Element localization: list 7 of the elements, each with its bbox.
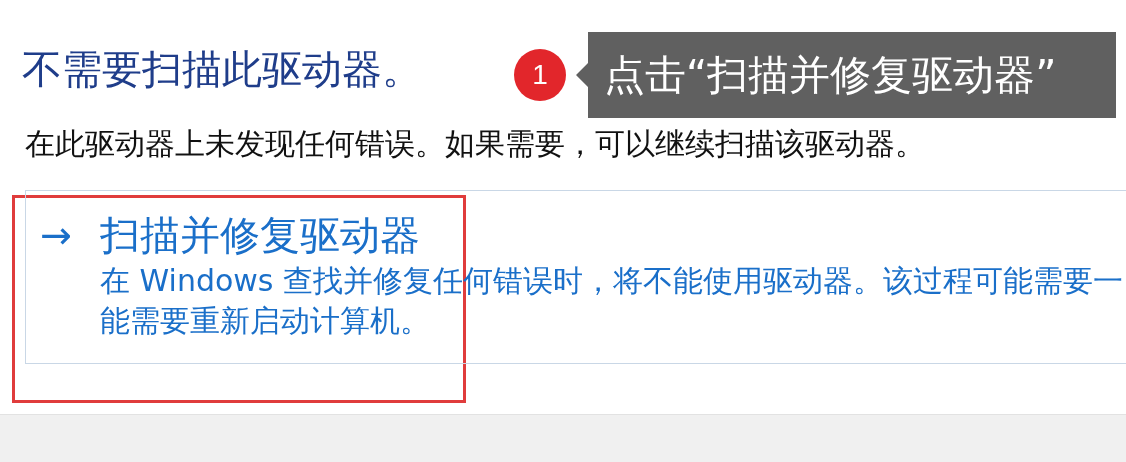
arrow-icon: →: [40, 207, 100, 263]
heading: 不需要扫描此驱动器。: [22, 45, 422, 94]
callout-text: 点击“扫描并修复驱动器”: [604, 49, 1057, 101]
step-number-badge: 1: [514, 49, 566, 101]
status-message: 在此驱动器上未发现任何错误。如果需要，可以继续扫描该驱动器。: [25, 125, 925, 163]
option-description: 能需要重新启动计算机。: [100, 302, 431, 340]
option-title: 扫描并修复驱动器: [100, 211, 420, 260]
